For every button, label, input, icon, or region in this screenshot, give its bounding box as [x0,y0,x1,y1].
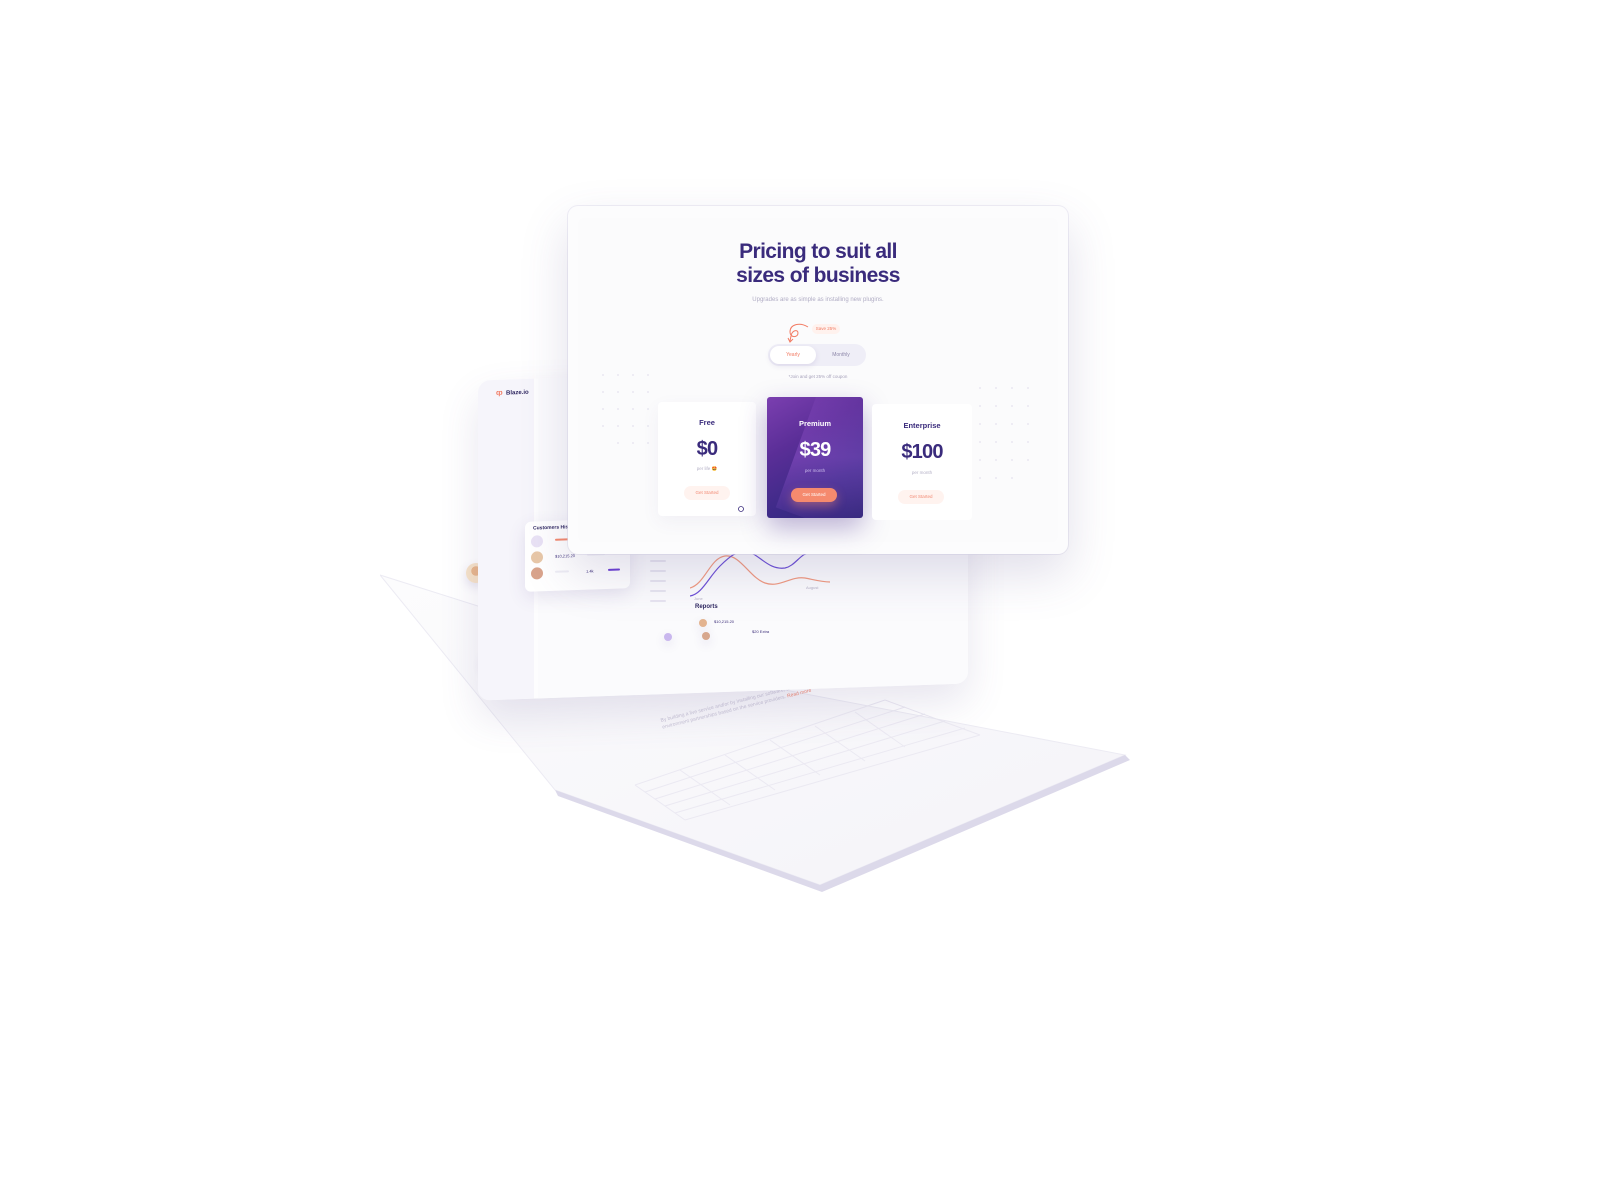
avatar [702,632,710,640]
reports-title: Reports [695,604,718,610]
avatar [531,567,543,580]
avatar [531,551,543,564]
dashboard-menu-lines [648,548,668,602]
list-item[interactable]: 1.4k [531,564,626,581]
plan-period-enterprise: per month [911,470,933,475]
star-struck-emoji-icon: 🤩 [711,466,718,471]
get-started-button-premium[interactable]: Get Started [791,488,837,502]
dot-pattern-right [979,387,1029,479]
history-amount: $10,215.20 [555,553,576,559]
pricing-subheadline: Upgrades are as simple as installing new… [752,297,884,303]
chart-series-coral [690,555,830,589]
pricing-headline: Pricing to suit all sizes of business [568,240,1068,288]
pricing-headline-line2: sizes of business [736,264,900,287]
brand-logo-icon: ȹ [496,389,503,397]
plan-name-free: Free [699,418,715,427]
brand-name: Blaze.io [506,389,529,397]
get-started-button-free[interactable]: Get Started [684,486,730,500]
dashboard-brand[interactable]: ȹ Blaze.io [496,389,529,397]
chart-start-label: June [694,596,703,601]
dashboard-line-chart [690,550,830,597]
toggle-monthly[interactable]: Monthly [818,346,864,364]
pricing-headline-line1: Pricing to suit all [739,240,897,263]
report-amount: $10,215.20 [714,619,735,624]
avatar [531,535,543,548]
get-started-button-enterprise[interactable]: Get Started [898,490,944,504]
save-badge: Save 25% [812,324,840,334]
plan-period-free: per life 🤩 [658,466,756,472]
plan-period-text: per life [696,466,711,471]
toggle-yearly[interactable]: Yearly [770,346,816,364]
plan-name-enterprise: Enterprise [903,421,941,430]
curved-arrow-icon [787,323,809,343]
history-amount: 1.4k [586,568,594,574]
report-extra: $20 Extra [752,629,770,634]
plan-period-premium: per month [804,468,826,473]
chart-end-label: August [806,585,819,590]
history-bar [608,568,620,571]
avatar [699,619,707,627]
plan-price-free: $0 [696,438,718,460]
history-bar [555,570,569,573]
plan-price-enterprise: $100 [901,441,943,463]
plan-name-premium: Premium [798,419,832,428]
avatar [664,633,672,641]
coupon-note: *Join and get 25% off coupon [788,374,848,379]
hand-cursor-icon [738,506,744,512]
chart-series-purple [690,550,811,597]
plan-price-premium: $39 [799,439,832,461]
